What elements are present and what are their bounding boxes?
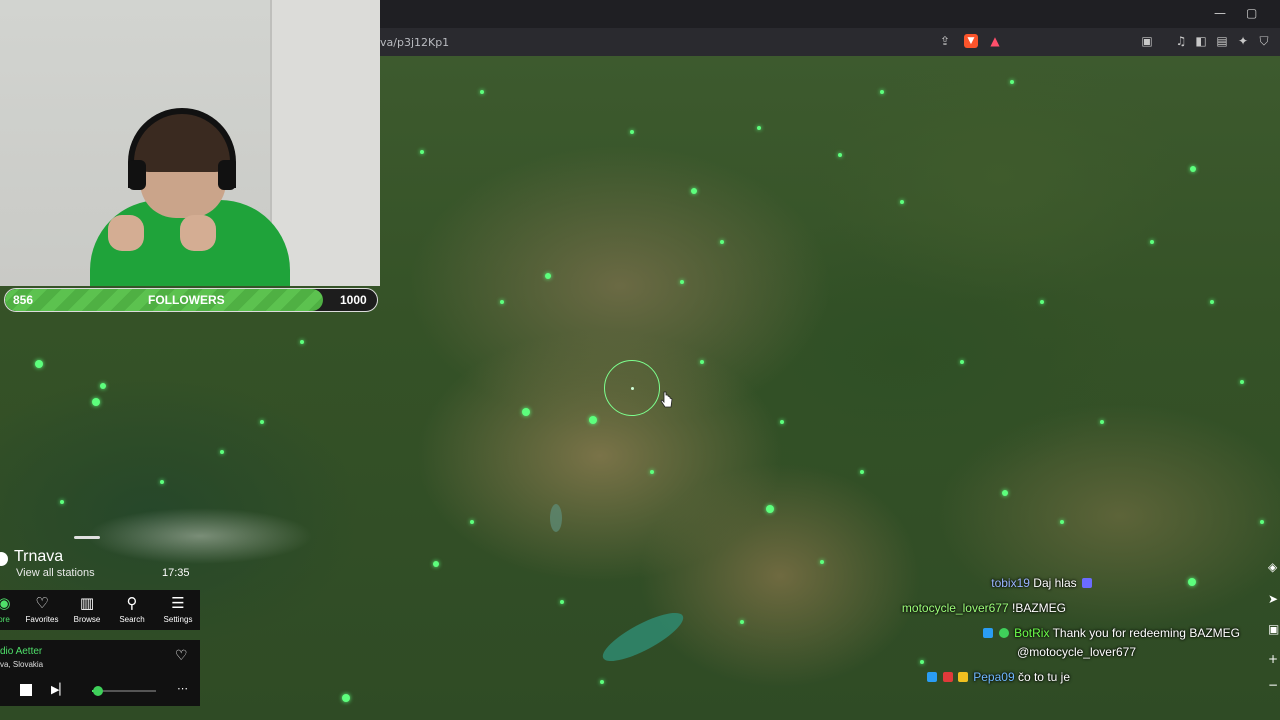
streamer-fist-right — [180, 215, 216, 251]
local-time: 17:35 — [162, 567, 190, 579]
share-icon[interactable]: ⇪ — [938, 34, 952, 48]
chat-message-continued: @motocycle_lover677 — [1017, 645, 1136, 659]
lake-neusiedl — [550, 504, 562, 532]
nav-browse[interactable]: ▥ Browse — [67, 594, 107, 624]
heart-icon: ♡ — [35, 594, 49, 612]
url-text[interactable]: va/p3j12Kp1 — [380, 36, 449, 49]
explore-icon: ◉ — [0, 594, 11, 612]
locate-icon[interactable]: ➤ — [1268, 592, 1278, 606]
menu-icon: ☰ — [171, 594, 185, 612]
verified-badge-icon — [998, 628, 1009, 638]
chat-message: motocycle_lover677 !BAZMEG — [902, 601, 1066, 615]
now-playing-bar: dio Aetter va, Slovakia ♡ ▏ ▶▏ ⋯ — [0, 640, 200, 706]
screen: — ▢ va/p3j12Kp1 ⇪ ▼ ▲ ▣ ♫ ◧ ▤ ✦ ⛉ 856 FO… — [0, 0, 1280, 720]
previous-icon[interactable]: ▏ — [0, 683, 6, 696]
nav-explore-label: ore — [0, 615, 10, 624]
nav-favorites-label: Favorites — [25, 615, 59, 624]
zoom-in-icon[interactable]: + — [1268, 652, 1278, 666]
panel-drag-handle[interactable] — [74, 536, 100, 539]
chat-text: Daj hlas — [1033, 576, 1077, 590]
music-icon[interactable]: ♫ — [1174, 34, 1188, 48]
moderator-badge-icon — [983, 628, 994, 638]
followers-goal: 1000 — [340, 293, 367, 307]
volume-slider[interactable] — [92, 686, 156, 696]
zoom-out-icon[interactable]: − — [1268, 678, 1278, 692]
extensions-icon[interactable]: ✦ — [1236, 34, 1250, 48]
pin-icon[interactable]: ◈ — [1268, 560, 1277, 574]
chat-message: tobix19 Daj hlas — [991, 576, 1094, 590]
vpn-icon[interactable]: ⛉ — [1257, 34, 1271, 48]
view-all-stations-link[interactable]: View all stations — [16, 567, 95, 579]
stop-button[interactable] — [20, 684, 32, 696]
chat-text: @motocycle_lover677 — [1017, 645, 1136, 659]
emote-icon — [1082, 578, 1092, 588]
followers-goal-bar: 856 FOLLOWERS 1000 — [4, 288, 378, 312]
brave-shield-icon[interactable]: ▼ — [964, 34, 978, 48]
webcam-overlay — [0, 0, 380, 286]
place-name: Trnava — [14, 548, 64, 565]
map-tools: ◈ ➤ ▣ + − — [1266, 556, 1280, 696]
chat-message: BotRix Thank you for redeeming BAZMEG — [983, 626, 1240, 640]
sub-badge-icon — [942, 672, 953, 682]
headset-ear-left — [128, 160, 146, 190]
nav-search-label: Search — [119, 615, 145, 624]
hand-cursor-icon — [660, 391, 673, 408]
webcam-background-door — [270, 0, 380, 286]
chat-username: tobix19 — [991, 576, 1030, 590]
wallet-icon[interactable]: ▤ — [1215, 34, 1229, 48]
minimize-button[interactable]: — — [1214, 6, 1226, 20]
rewards-icon[interactable]: ▲ — [988, 34, 1002, 48]
headset-ear-right — [218, 160, 236, 190]
followers-label: FOLLOWERS — [148, 293, 225, 307]
radio-nav-bar: ◉ ore ♡ Favorites ▥ Browse ⚲ Search ☰ Se… — [0, 590, 200, 630]
chat-username: Pepa09 — [973, 670, 1015, 684]
sidebar-icon[interactable]: ◧ — [1194, 34, 1208, 48]
volume-knob[interactable] — [93, 686, 104, 696]
restore-button[interactable]: ▢ — [1246, 6, 1257, 20]
nav-settings[interactable]: ☰ Settings — [158, 594, 198, 624]
moderator-badge-icon — [927, 672, 938, 682]
selected-station-ring[interactable] — [604, 360, 660, 416]
chat-message: Pepa09 čo to tu je — [927, 670, 1070, 684]
chat-text: Thank you for redeeming BAZMEG — [1052, 626, 1240, 640]
next-icon[interactable]: ▶▏ — [51, 683, 68, 696]
search-icon: ⚲ — [126, 594, 138, 612]
chat-text: čo to tu je — [1017, 670, 1070, 684]
nav-favorites[interactable]: ♡ Favorites — [22, 594, 62, 624]
chat-username: motocycle_lover677 — [901, 601, 1009, 615]
nav-settings-label: Settings — [163, 615, 193, 624]
nav-browse-label: Browse — [73, 615, 101, 624]
nav-search[interactable]: ⚲ Search — [112, 594, 152, 624]
lock-icon[interactable]: ▣ — [1268, 622, 1279, 636]
now-playing-station[interactable]: dio Aetter — [0, 646, 42, 657]
now-playing-location: va, Slovakia — [0, 660, 44, 669]
gift-badge-icon — [957, 672, 968, 682]
favorite-heart-icon[interactable]: ♡ — [175, 648, 188, 664]
followers-current: 856 — [13, 293, 34, 307]
reader-icon[interactable]: ▣ — [1140, 34, 1154, 48]
lake-balaton — [597, 604, 689, 670]
chat-username: BotRix — [1014, 626, 1050, 640]
more-options-icon[interactable]: ⋯ — [177, 682, 188, 695]
nav-explore[interactable]: ◉ ore — [0, 594, 24, 624]
streamer-fist-left — [108, 215, 144, 251]
map-icon: ▥ — [79, 594, 95, 612]
chat-text: !BAZMEG — [1011, 601, 1066, 615]
stream-chat: tobix19 Daj hlas motocycle_lover677 !BAZ… — [840, 574, 1240, 694]
